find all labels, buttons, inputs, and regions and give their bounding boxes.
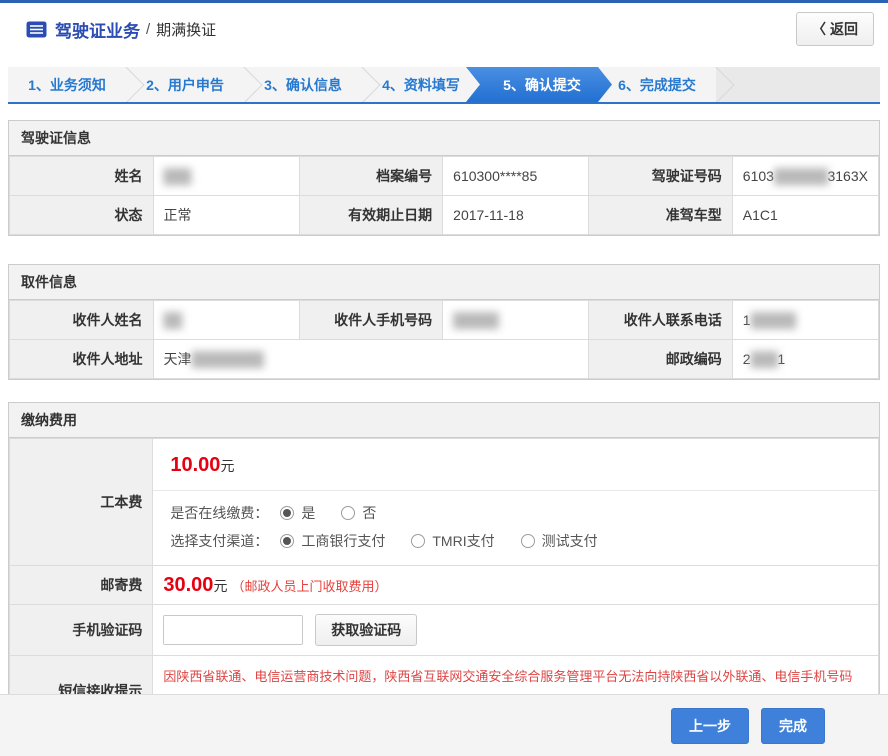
get-captcha-button[interactable]: 获取验证码 xyxy=(315,614,417,646)
table-row: 手机验证码 获取验证码 xyxy=(10,605,879,656)
post-fee-value: 30.00元（邮政人员上门收取费用） xyxy=(153,566,879,605)
chevron-left-icon: 〈 xyxy=(812,21,826,37)
online-pay-label: 是否在线缴费： xyxy=(170,503,268,523)
table-row: 收件人姓名 ██ 收件人手机号码 █████ 收件人联系电话 1█████ xyxy=(10,301,879,340)
radio-unchecked-icon xyxy=(411,534,425,548)
table-row: 状态 正常 有效期止日期 2017-11-18 准驾车型 A1C1 xyxy=(10,196,879,235)
recipient-name-value: ██ xyxy=(153,301,299,340)
table-row: 姓名 ███ 档案编号 610300****85 驾驶证号码 6103█████… xyxy=(10,157,879,196)
status-label: 状态 xyxy=(10,196,154,235)
stepnav-filler xyxy=(716,67,880,102)
online-pay-no-radio[interactable]: 否 xyxy=(341,503,376,523)
status-value: 正常 xyxy=(153,196,299,235)
payment-options: 是否在线缴费： 是 否 选择支付渠道： 工商银行支付 TMRI支付 测试支付 xyxy=(153,490,878,565)
license-info-section: 驾驶证信息 姓名 ███ 档案编号 610300****85 驾驶证号码 610… xyxy=(8,120,880,236)
pay-channel-row: 选择支付渠道： 工商银行支付 TMRI支付 测试支付 xyxy=(170,531,861,551)
step-navigation: 1、业务须知 2、用户申告 3、确认信息 4、资料填写 5、确认提交 6、完成提… xyxy=(8,67,880,104)
expiry-value: 2017-11-18 xyxy=(443,196,589,235)
back-button[interactable]: 〈返回 xyxy=(796,12,874,46)
pickup-info-table: 收件人姓名 ██ 收件人手机号码 █████ 收件人联系电话 1█████ 收件… xyxy=(9,300,879,379)
sms-captcha-input[interactable] xyxy=(163,615,303,645)
recipient-mobile-value: █████ xyxy=(443,301,589,340)
pay-channel-label: 选择支付渠道： xyxy=(170,531,268,551)
breadcrumb-current: 期满换证 xyxy=(156,19,216,40)
radio-unchecked-icon xyxy=(521,534,535,548)
table-row: 邮寄费 30.00元（邮政人员上门收取费用） xyxy=(10,566,879,605)
radio-checked-icon xyxy=(280,534,294,548)
pickup-section-title: 取件信息 xyxy=(9,265,879,300)
name-label: 姓名 xyxy=(10,157,154,196)
back-button-label: 返回 xyxy=(830,21,858,37)
step-6-complete-submit[interactable]: 6、完成提交 xyxy=(598,67,716,102)
file-number-value: 610300****85 xyxy=(443,157,589,196)
footer-bar: 上一步 完成 xyxy=(0,694,888,756)
recipient-mobile-label: 收件人手机号码 xyxy=(299,301,443,340)
previous-step-button[interactable]: 上一步 xyxy=(671,708,749,744)
recipient-name-label: 收件人姓名 xyxy=(10,301,154,340)
post-fee-label: 邮寄费 xyxy=(10,566,153,605)
recipient-phone-label: 收件人联系电话 xyxy=(589,301,733,340)
file-number-label: 档案编号 xyxy=(299,157,443,196)
zip-code-label: 邮政编码 xyxy=(589,340,733,379)
vehicle-class-value: A1C1 xyxy=(732,196,878,235)
license-info-table: 姓名 ███ 档案编号 610300****85 驾驶证号码 6103█████… xyxy=(9,156,879,235)
recipient-address-label: 收件人地址 xyxy=(10,340,154,379)
online-pay-yes-radio[interactable]: 是 xyxy=(280,503,315,523)
license-business-icon xyxy=(26,21,47,38)
license-number-label: 驾驶证号码 xyxy=(589,157,733,196)
step-5-confirm-submit-active[interactable]: 5、确认提交 xyxy=(466,67,612,102)
pickup-info-section: 取件信息 收件人姓名 ██ 收件人手机号码 █████ 收件人联系电话 1███… xyxy=(8,264,880,380)
channel-tmri-radio[interactable]: TMRI支付 xyxy=(411,531,494,551)
channel-test-radio[interactable]: 测试支付 xyxy=(521,531,598,551)
expiry-label: 有效期止日期 xyxy=(299,196,443,235)
post-fee-note: （邮政人员上门收取费用） xyxy=(231,579,387,594)
recipient-address-value: 天津████████ xyxy=(153,340,589,379)
radio-unchecked-icon xyxy=(341,506,355,520)
page-header: 驾驶证业务 / 期满换证 〈返回 xyxy=(0,3,888,55)
breadcrumb-divider: / xyxy=(146,21,150,38)
work-fee-amount: 10.00元 xyxy=(153,439,878,490)
name-value: ███ xyxy=(153,157,299,196)
recipient-phone-value: 1█████ xyxy=(732,301,878,340)
radio-checked-icon xyxy=(280,506,294,520)
work-fee-cell: 10.00元 是否在线缴费： 是 否 选择支付渠道： 工商银行支付 TMRI支付 xyxy=(153,439,879,566)
finish-button[interactable]: 完成 xyxy=(761,708,825,744)
sms-captcha-cell: 获取验证码 xyxy=(153,605,879,656)
fees-table: 工本费 10.00元 是否在线缴费： 是 否 选择支付渠道： 工商银行支付 xyxy=(9,438,879,726)
sms-captcha-label: 手机验证码 xyxy=(10,605,153,656)
fees-section-title: 缴纳费用 xyxy=(9,403,879,438)
channel-icbc-radio[interactable]: 工商银行支付 xyxy=(280,531,385,551)
work-fee-label: 工本费 xyxy=(10,439,153,566)
vehicle-class-label: 准驾车型 xyxy=(589,196,733,235)
license-section-title: 驾驶证信息 xyxy=(9,121,879,156)
license-number-value: 6103██████3163X xyxy=(732,157,878,196)
online-pay-row: 是否在线缴费： 是 否 xyxy=(170,503,861,523)
page-title: 驾驶证业务 xyxy=(55,17,140,42)
step-1-business-notice[interactable]: 1、业务须知 xyxy=(8,67,126,102)
table-row: 工本费 10.00元 是否在线缴费： 是 否 选择支付渠道： 工商银行支付 xyxy=(10,439,879,566)
zip-code-value: 2███1 xyxy=(732,340,878,379)
table-row: 收件人地址 天津████████ 邮政编码 2███1 xyxy=(10,340,879,379)
fees-section: 缴纳费用 工本费 10.00元 是否在线缴费： 是 否 xyxy=(8,402,880,727)
main-content: 驾驶证信息 姓名 ███ 档案编号 610300****85 驾驶证号码 610… xyxy=(0,120,888,727)
